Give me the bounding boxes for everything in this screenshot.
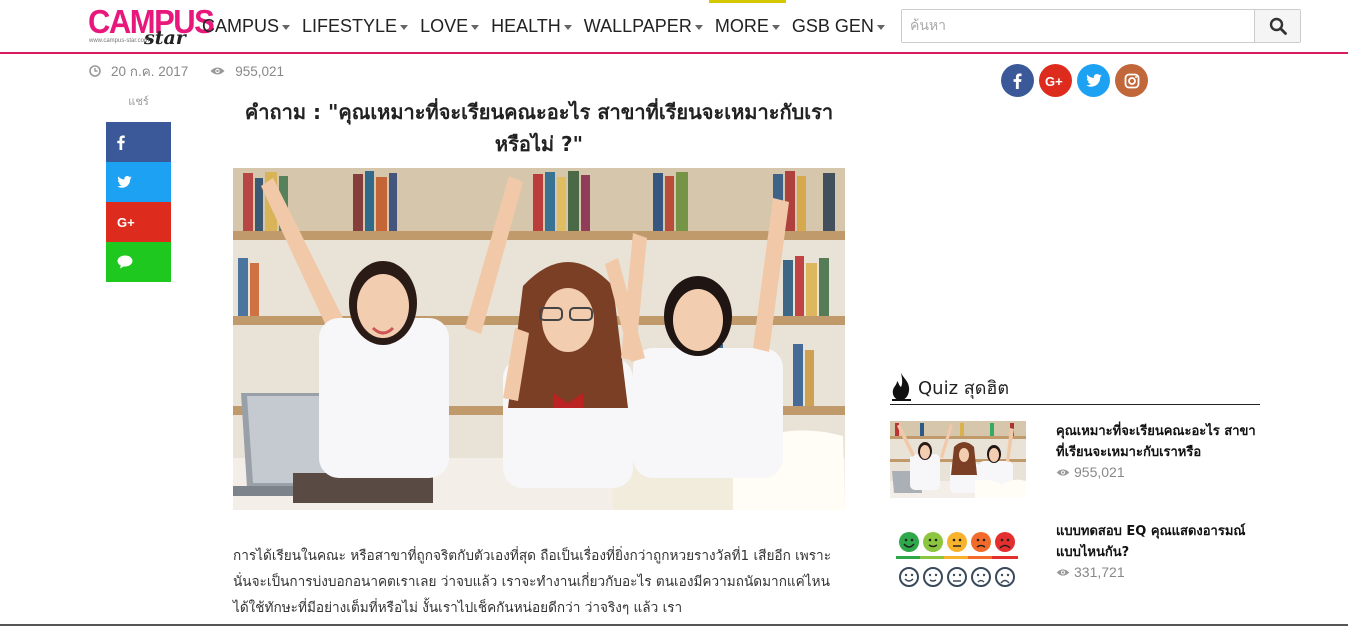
quiz-heading-label: Quiz สุดฮิต [918, 377, 1010, 399]
quiz-title[interactable]: คุณเหมาะที่จะเรียนคณะอะไร สาขาที่เรียนจะ… [1056, 421, 1260, 463]
nav-item-more[interactable]: MORE [708, 0, 786, 52]
quiz-views: 955,021 [1056, 464, 1125, 480]
chat-bubble-icon [117, 255, 133, 269]
twitter-icon [117, 176, 132, 188]
caret-down-icon [400, 24, 409, 30]
search-button[interactable] [1254, 10, 1300, 42]
search-bar [901, 9, 1301, 43]
quiz-thumbnail[interactable] [890, 521, 1026, 598]
nav-item-wallpaper[interactable]: WALLPAPER [578, 0, 709, 52]
view-count: 955,021 [235, 63, 285, 79]
nav-label: LOVE [420, 15, 469, 36]
follow-twitter-button[interactable] [1077, 64, 1110, 97]
search-icon [1269, 17, 1287, 35]
facebook-icon [1013, 73, 1022, 89]
nav-item-health[interactable]: HEALTH [485, 0, 578, 52]
quiz-section-heading: Quiz สุดฮิต [890, 370, 1260, 405]
nav-label: LIFESTYLE [302, 15, 398, 36]
article-hero-image [233, 168, 845, 510]
clock-icon [89, 65, 101, 77]
nav-item-love[interactable]: LOVE [414, 0, 485, 52]
eye-icon [1056, 568, 1070, 577]
logo-script: star [144, 27, 186, 49]
quiz-view-count: 955,021 [1074, 464, 1125, 480]
quiz-list-item[interactable]: คุณเหมาะที่จะเรียนคณะอะไร สาขาที่เรียนจะ… [890, 421, 1260, 501]
caret-down-icon [876, 24, 885, 30]
facebook-icon [117, 135, 125, 150]
quiz-view-count: 331,721 [1074, 564, 1125, 580]
quiz-views: 331,721 [1056, 564, 1125, 580]
quiz-list-item[interactable]: แบบทดสอบ EQ คุณแสดงอารมณ์แบบไหนกัน? 331,… [890, 521, 1260, 601]
caret-down-icon [471, 24, 480, 30]
site-logo[interactable]: CAMPUS star www.campus-star.com [88, 4, 215, 49]
caret-down-icon [694, 24, 703, 30]
follow-googleplus-button[interactable]: G+ [1039, 64, 1072, 97]
article-body: การได้เรียนในคณะ หรือสาขาที่ถูกจริตกับตั… [233, 548, 831, 616]
follow-instagram-button[interactable] [1115, 64, 1148, 97]
search-input[interactable] [902, 10, 1254, 42]
nav-label: GSB GEN [791, 15, 874, 36]
svg-text:G+: G+ [117, 216, 135, 228]
publish-date: 20 ก.ค. 2017 [111, 64, 189, 79]
caret-down-icon [563, 24, 572, 30]
nav-label: WALLPAPER [583, 15, 692, 36]
svg-text:G+: G+ [1045, 75, 1063, 87]
top-navbar: CAMPUS star www.campus-star.com CAMPUS L… [0, 0, 1348, 54]
eye-icon [1056, 468, 1070, 477]
eye-icon [210, 66, 225, 76]
nav-label: CAMPUS [202, 15, 280, 36]
article-meta: 20 ก.ค. 2017 955,021 [89, 60, 284, 82]
main-nav: CAMPUS LIFESTYLE LOVE HEALTH WALLPAPER M… [196, 0, 891, 52]
nav-item-campus[interactable]: CAMPUS [196, 0, 296, 52]
share-line-button[interactable] [106, 242, 171, 282]
googleplus-icon: G+ [117, 216, 135, 228]
nav-item-gsb-gen[interactable]: GSB GEN [786, 0, 891, 52]
follow-facebook-button[interactable] [1001, 64, 1034, 97]
nav-label: HEALTH [491, 15, 561, 36]
nav-label: MORE [714, 15, 769, 36]
share-label: แชร์ [128, 95, 149, 108]
share-facebook-button[interactable] [106, 122, 171, 162]
twitter-icon [1085, 74, 1102, 87]
instagram-icon [1124, 73, 1139, 88]
caret-down-icon [282, 24, 291, 30]
caret-down-icon [771, 24, 780, 30]
fire-icon [892, 373, 911, 401]
share-buttons: G+ [106, 122, 171, 282]
quiz-thumbnail[interactable] [890, 421, 1026, 498]
share-googleplus-button[interactable]: G+ [106, 202, 171, 242]
logo-url: www.campus-star.com [89, 38, 150, 44]
googleplus-icon: G+ [1045, 75, 1063, 87]
share-twitter-button[interactable] [106, 162, 171, 202]
social-follow-icons: G+ [1001, 64, 1148, 97]
nav-item-lifestyle[interactable]: LIFESTYLE [296, 0, 414, 52]
article-title: คำถาม : "คุณเหมาะที่จะเรียนคณะอะไร สาขาท… [244, 100, 834, 156]
quiz-title[interactable]: แบบทดสอบ EQ คุณแสดงอารมณ์แบบไหนกัน? [1056, 521, 1260, 563]
